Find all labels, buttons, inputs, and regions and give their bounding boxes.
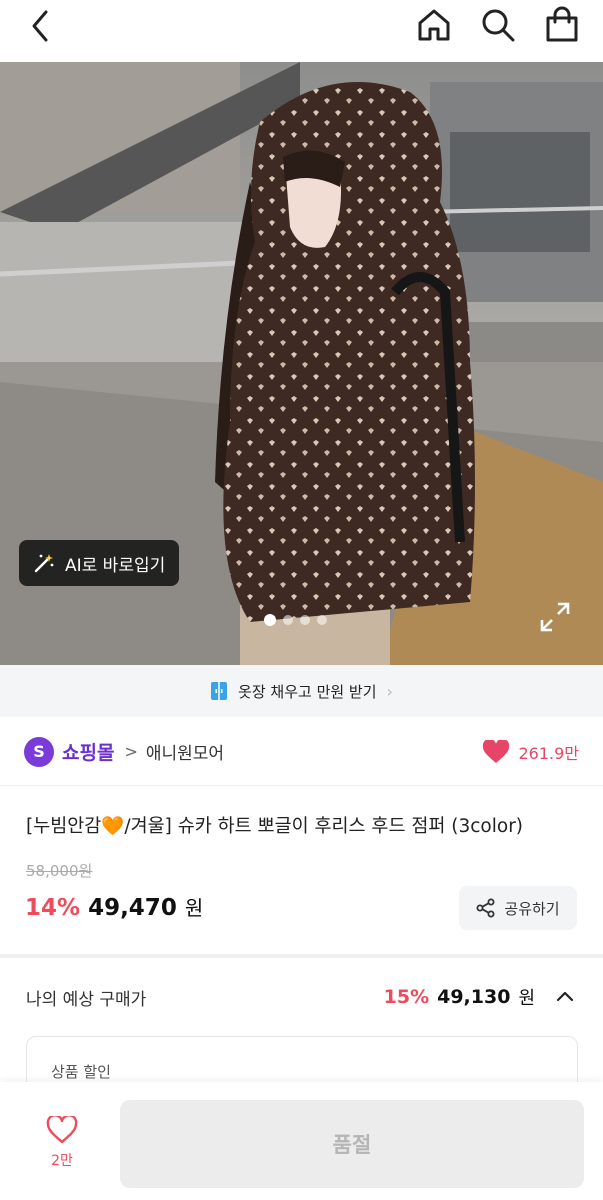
carousel-dot[interactable] bbox=[300, 615, 310, 625]
chevron-up-icon bbox=[556, 991, 574, 1002]
expand-icon bbox=[540, 602, 570, 632]
home-icon bbox=[418, 9, 450, 41]
shop-logo[interactable]: S bbox=[24, 736, 54, 767]
carousel-dot[interactable] bbox=[283, 615, 293, 625]
brand-link[interactable]: 애니원모어 bbox=[146, 739, 224, 764]
bottom-action-bar: 2만 품절 bbox=[0, 1082, 603, 1200]
estimated-price-label: 나의 예상 구매가 bbox=[26, 989, 147, 1010]
brand-like-count: 261.9만 bbox=[518, 743, 579, 763]
brand-like-button[interactable]: 261.9만 bbox=[482, 739, 579, 764]
shopping-bag-icon bbox=[546, 6, 578, 42]
top-navigation-bar bbox=[0, 0, 603, 62]
carousel-dot[interactable] bbox=[317, 615, 327, 625]
fullscreen-button[interactable] bbox=[538, 600, 572, 634]
estimated-discount-rate: 15% bbox=[383, 986, 430, 1008]
ai-try-on-button[interactable]: AI로 바로입기 bbox=[19, 540, 179, 586]
carousel-indicator bbox=[264, 614, 327, 626]
discount-rate: 14% bbox=[25, 895, 81, 921]
wishlist-count: 2만 bbox=[51, 1153, 73, 1169]
home-button[interactable] bbox=[415, 4, 453, 46]
heart-filled-icon bbox=[483, 739, 510, 763]
ai-try-on-label: AI로 바로입기 bbox=[65, 555, 166, 576]
chevron-right-icon: › bbox=[386, 681, 393, 701]
price-row: 14% 49,470 원 bbox=[25, 892, 203, 921]
sale-price: 49,470 bbox=[88, 895, 177, 921]
chevron-left-icon bbox=[32, 10, 48, 42]
magic-wand-icon bbox=[34, 554, 54, 573]
estimated-currency: 원 bbox=[518, 988, 535, 1009]
currency-unit: 원 bbox=[184, 896, 204, 920]
carousel-dot[interactable] bbox=[264, 614, 276, 626]
closet-icon bbox=[211, 682, 228, 700]
estimated-price-toggle[interactable]: 나의 예상 구매가 15% 49,130 원 bbox=[0, 975, 603, 1019]
breadcrumb-separator: > bbox=[124, 742, 138, 761]
back-button[interactable] bbox=[24, 6, 60, 46]
estimated-price: 49,130 bbox=[437, 986, 511, 1008]
closet-reward-banner[interactable]: 옷장 채우고 만원 받기 › bbox=[0, 665, 603, 717]
original-price: 58,000원 bbox=[26, 862, 93, 880]
shop-name-link[interactable]: 쇼핑몰 bbox=[62, 738, 114, 765]
share-icon bbox=[476, 898, 495, 918]
product-discount-label: 상품 할인 bbox=[51, 1063, 111, 1081]
soldout-button[interactable]: 품절 bbox=[120, 1100, 584, 1188]
heart-outline-icon bbox=[46, 1116, 78, 1144]
product-title: [누빔안감🧡/겨울] 슈카 하트 뽀글이 후리스 후드 점퍼 (3color) bbox=[26, 816, 524, 837]
share-button[interactable]: 공유하기 bbox=[459, 886, 577, 930]
product-image-carousel[interactable]: AI로 바로입기 bbox=[0, 62, 603, 665]
cart-button[interactable] bbox=[543, 4, 581, 46]
share-label: 공유하기 bbox=[504, 899, 560, 918]
banner-text: 옷장 채우고 만원 받기 bbox=[238, 682, 377, 701]
seller-row: S 쇼핑몰 > 애니원모어 261.9만 bbox=[0, 718, 603, 786]
section-divider bbox=[0, 954, 603, 958]
wishlist-button[interactable]: 2만 bbox=[34, 1116, 90, 1170]
search-icon bbox=[482, 9, 515, 42]
search-button[interactable] bbox=[479, 4, 517, 46]
